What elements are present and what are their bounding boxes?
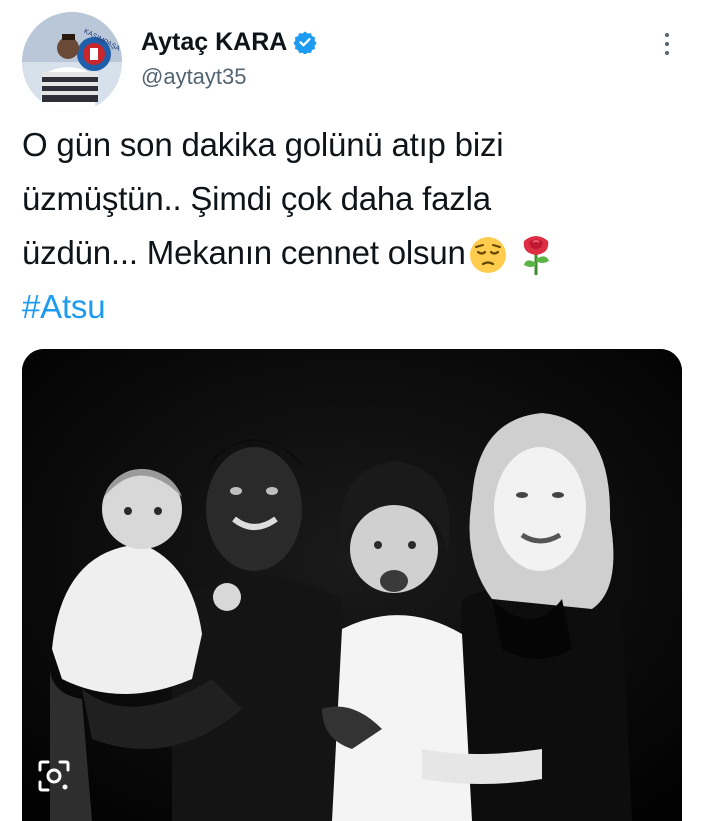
hashtag-link[interactable]: #Atsu	[22, 280, 682, 334]
tweet-line-2: üzmüştün.. Şimdi çok daha fazla	[22, 180, 491, 217]
pensive-face-emoji	[469, 237, 506, 274]
verified-badge-icon	[293, 31, 317, 54]
rose-emoji	[523, 236, 549, 276]
author-name-row: Aytaç KARA	[141, 26, 317, 58]
tweet-line-1: O gün son dakika golünü atıp bizi	[22, 126, 504, 163]
avatar[interactable]: KASIMPAŞA	[22, 12, 122, 112]
tweet-text: O gün son dakika golünü atıp bizi üzmüşt…	[22, 118, 682, 334]
tweet-photo[interactable]	[22, 349, 682, 821]
tweet-line-3: üzdün... Mekanın cennet olsun	[22, 234, 466, 271]
author-info: Aytaç KARA @aytayt35	[141, 26, 317, 90]
visual-search-icon[interactable]	[32, 754, 76, 798]
display-name[interactable]: Aytaç KARA	[141, 28, 287, 57]
tweet-line-3-wrap: üzdün... Mekanın cennet olsun	[22, 226, 682, 280]
more-options-icon[interactable]	[657, 30, 677, 58]
user-handle[interactable]: @aytayt35	[141, 64, 317, 90]
tweet-card: KASIMPAŞA Aytaç KARA @aytayt35 O gün son…	[0, 0, 703, 821]
